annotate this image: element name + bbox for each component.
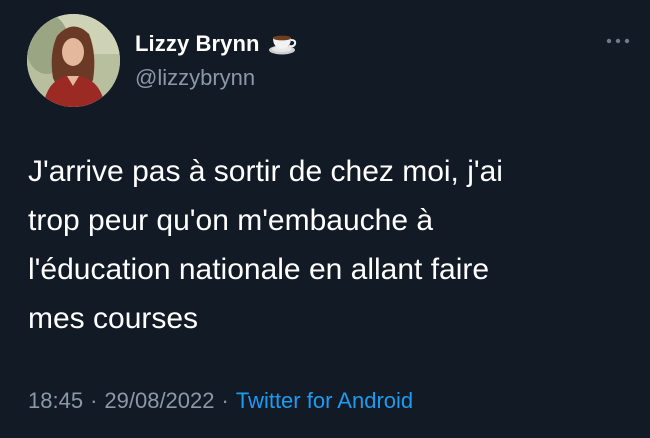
handle[interactable]: @lizzybrynn [135,65,255,91]
coffee-cup-icon [268,32,298,56]
tweet-meta: 18:45 · 29/08/2022 · Twitter for Android [28,388,413,414]
meta-separator: · [221,388,229,413]
more-options-icon[interactable] [604,33,632,49]
tweet-date[interactable]: 29/08/2022 [104,388,214,414]
tweet-text: J'arrive pas à sortir de chez moi, j'ai … [28,147,628,343]
tweet-line: J'arrive pas à sortir de chez moi, j'ai [28,155,503,188]
tweet-time[interactable]: 18:45 [28,388,83,414]
tweet-line: mes courses [28,302,199,335]
avatar-photo [27,14,120,107]
tweet-line: trop peur qu'on m'embauche à [28,204,434,237]
author-row: Lizzy Brynn [135,31,298,57]
tweet-line: l'éducation nationale en allant faire [28,253,490,286]
display-name[interactable]: Lizzy Brynn [135,31,260,57]
meta-separator: · [90,388,98,413]
avatar[interactable] [27,14,120,107]
tweet-source-link[interactable]: Twitter for Android [236,388,413,414]
tweet-card: Lizzy Brynn @lizzybrynn J'arrive pas à s… [0,0,650,438]
